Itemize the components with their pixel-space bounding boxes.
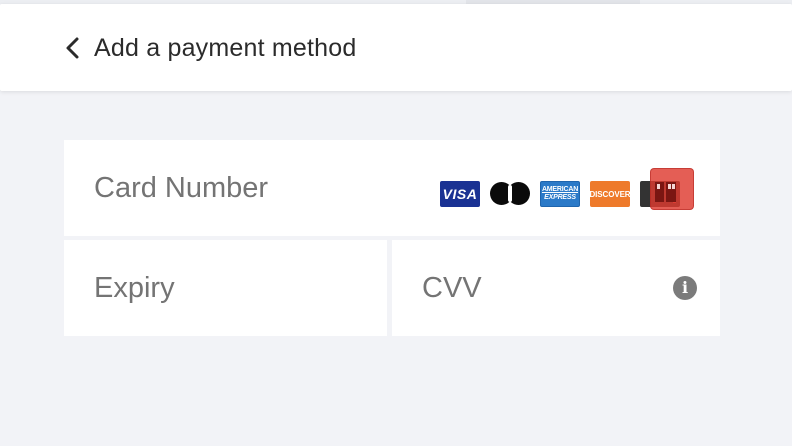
cvv-row: i — [392, 240, 720, 336]
visa-icon: VISA — [440, 181, 480, 207]
overlay-dot-3 — [672, 184, 675, 189]
mastercard-overlap — [508, 185, 512, 202]
info-glyph: i — [681, 278, 689, 297]
amex-icon: AMERICAN EXPRESS — [540, 181, 580, 207]
highlight-overlay-icon — [650, 168, 694, 210]
visa-label: VISA — [442, 186, 478, 202]
discover-icon: DISCOVER — [590, 181, 630, 207]
back-button[interactable]: Add a payment method — [64, 28, 357, 68]
cvv-input[interactable] — [422, 240, 642, 336]
card-number-row: VISA AMERICAN EXPRESS DISCOVER — [64, 140, 720, 236]
overlay-dot-2 — [668, 184, 671, 189]
header-bar: Add a payment method — [0, 4, 792, 91]
amex-label-top: AMERICAN — [541, 186, 579, 193]
card-brand-logos: VISA AMERICAN EXPRESS DISCOVER — [440, 168, 696, 212]
expiry-input[interactable] — [94, 240, 354, 336]
mastercard-icon — [490, 181, 530, 207]
expiry-row — [64, 240, 387, 336]
info-icon[interactable]: i — [673, 276, 697, 300]
page-title: Add a payment method — [94, 33, 357, 62]
card-number-input[interactable] — [94, 140, 424, 236]
amex-label-bottom: EXPRESS — [544, 194, 576, 201]
chevron-left-icon[interactable] — [64, 36, 86, 60]
overlay-dot-1 — [657, 184, 660, 189]
discover-label: DISCOVER — [590, 189, 630, 199]
